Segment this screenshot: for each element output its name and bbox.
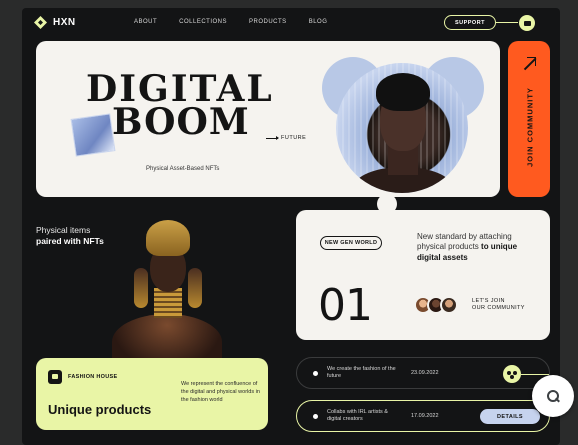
model-image: [112, 220, 222, 370]
fashion-house-card[interactable]: FASHION HOUSE Unique products We represe…: [36, 358, 268, 430]
hero-subtitle: Physical Asset-Based NFTs: [146, 166, 220, 172]
arrow-right-icon: [266, 135, 279, 140]
timeline-date: 17.09.2022: [411, 413, 439, 419]
bullet-icon: [313, 414, 318, 419]
community-avatars: [414, 296, 458, 314]
physical-line1: Physical items: [36, 225, 91, 235]
bullet-icon: [313, 371, 318, 376]
nav-link-blog[interactable]: BLOG: [309, 19, 328, 25]
search-icon: [545, 388, 561, 404]
avatar: [440, 296, 458, 314]
new-gen-card: NEW GEN WORLD New standard by attaching …: [296, 210, 550, 340]
timeline-connector-line: [521, 374, 549, 375]
future-label: FUTURE: [281, 135, 307, 141]
join-community-panel[interactable]: JOIN COMMUNITY: [508, 41, 550, 197]
step-number: 01: [318, 280, 373, 331]
join-community-label: JOIN COMMUNITY: [525, 87, 535, 167]
nav-link-about[interactable]: ABOUT: [134, 19, 157, 25]
timeline-row[interactable]: We create the fashion of the future 23.0…: [296, 357, 550, 389]
app-frame: HXN ABOUT COLLECTIONS PRODUCTS BLOG SUPP…: [22, 8, 560, 445]
timeline-text: We create the fashion of the future: [327, 366, 396, 380]
brand-name: HXN: [53, 17, 76, 28]
hero-title-line2: BOOM: [112, 101, 250, 144]
details-button[interactable]: DETAILS: [480, 409, 540, 424]
support-button[interactable]: SUPPORT: [444, 15, 496, 30]
nav-link-collections[interactable]: COLLECTIONS: [179, 19, 227, 25]
hero-card: DIGITAL BOOM FUTURE Physical Asset-Based…: [36, 41, 500, 197]
fashion-house-label: FASHION HOUSE: [68, 374, 118, 380]
community-dots-icon[interactable]: [503, 365, 521, 383]
nav-link-products[interactable]: PRODUCTS: [249, 19, 287, 25]
future-link[interactable]: FUTURE: [266, 135, 306, 141]
new-gen-description: New standard by attaching physical produ…: [417, 232, 518, 262]
bag-icon: [48, 370, 62, 384]
support-connector-line: [496, 22, 518, 23]
fashion-house-title: Unique products: [48, 402, 152, 417]
physical-line2: paired with NFTs: [36, 236, 104, 247]
new-gen-pill[interactable]: NEW GEN WORLD: [320, 236, 382, 250]
chat-button[interactable]: [519, 15, 535, 31]
fashion-house-description: We represent the confluence of the digit…: [181, 381, 260, 403]
timeline-text: Collabs with IRL artists & digital creat…: [327, 409, 388, 423]
visual-search-button[interactable]: [532, 375, 574, 417]
top-nav: HXN ABOUT COLLECTIONS PRODUCTS BLOG SUPP…: [22, 8, 560, 38]
portrait-image: [336, 63, 468, 193]
brand-logo[interactable]: HXN: [34, 16, 76, 29]
chat-icon: [523, 20, 531, 26]
hero-title: DIGITAL BOOM: [86, 71, 274, 144]
nav-links: ABOUT COLLECTIONS PRODUCTS BLOG: [134, 19, 327, 25]
join-community-link[interactable]: LET'S JOIN OUR COMMUNITY: [472, 298, 525, 313]
hero-portrait: [322, 57, 484, 193]
physical-items-caption: Physical items paired with NFTs: [36, 225, 104, 248]
timeline-row[interactable]: Collabs with IRL artists & digital creat…: [296, 400, 550, 432]
timeline-date: 23.09.2022: [411, 370, 439, 376]
logo-diamond-icon: [34, 16, 47, 29]
arrow-up-right-icon: [521, 57, 536, 71]
